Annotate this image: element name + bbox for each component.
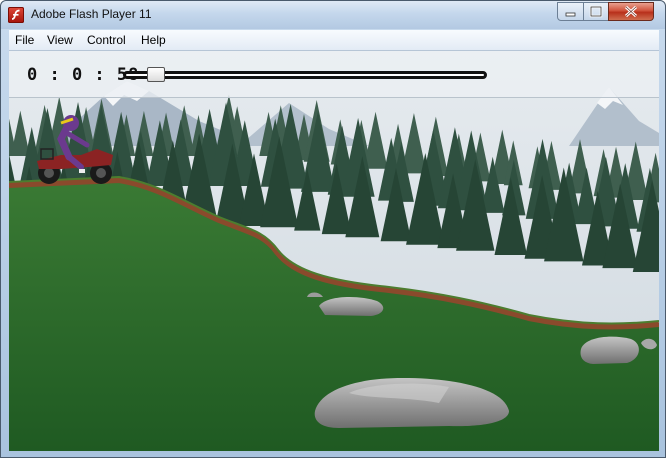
maximize-button[interactable] [583,2,609,21]
close-button[interactable] [608,2,654,21]
flash-icon[interactable] [8,7,24,23]
game-scene [9,51,659,451]
app-window: Adobe Flash Player 11 File View Control … [0,0,666,458]
game-canvas[interactable]: 0 : 0 : 58 [9,51,659,451]
window-title: Adobe Flash Player 11 [31,7,152,21]
menu-help[interactable]: Help [141,33,166,47]
menu-file[interactable]: File [15,33,34,47]
menu-control[interactable]: Control [87,33,126,47]
progress-track [123,71,487,79]
menu-bar: File View Control Help [9,30,659,51]
menu-view[interactable]: View [47,33,73,47]
title-bar[interactable]: Adobe Flash Player 11 [1,1,665,29]
minimize-button[interactable] [557,2,584,21]
progress-marker [147,67,166,82]
hud-bar: 0 : 0 : 58 [9,51,659,98]
